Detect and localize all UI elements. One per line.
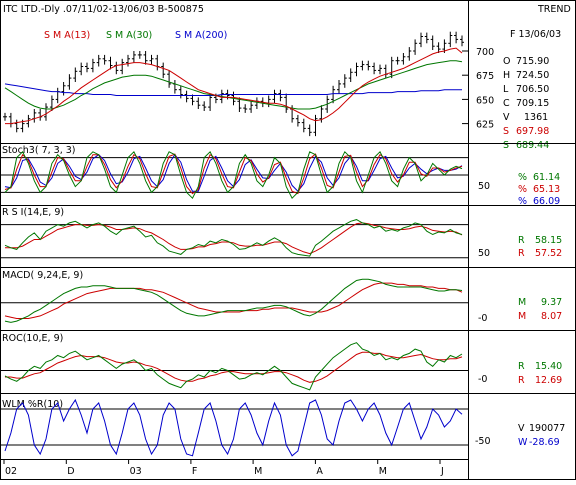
price-axis-label: 650 <box>476 95 494 106</box>
roc-line <box>4 342 463 391</box>
rsi-readout-signal: 57.52 <box>535 248 562 259</box>
stoch-readout-label: % <box>518 196 527 207</box>
stoch-readout-d: 65.13 <box>533 184 560 195</box>
stoch-readout-s: 66.09 <box>533 196 560 207</box>
x-axis-label: D <box>67 466 74 477</box>
readout-label: L <box>503 84 509 95</box>
readout-label: O <box>503 56 510 67</box>
macd-readout-value: 9.37 <box>541 297 562 308</box>
stoch-readout-label: % <box>518 172 527 183</box>
x-axis-ticks: 02 D 03 F M A M J <box>3 459 444 477</box>
rsi-readout-label: R <box>518 235 525 246</box>
x-axis-label: M <box>379 466 387 477</box>
macd-readout-label: M <box>518 297 526 308</box>
readout-label: H <box>503 70 510 81</box>
macd-signal-line <box>4 282 463 319</box>
price-axis-ticks: 700 675 650 625 <box>462 47 494 131</box>
x-axis-label: F <box>192 466 197 477</box>
readout-label: S <box>503 126 509 137</box>
x-axis-label: A <box>316 466 323 477</box>
stoch-axis-label: 50 <box>478 181 490 192</box>
legend-sma13: S M A(13) <box>44 30 90 41</box>
roc-axis-label: -0 <box>478 374 487 385</box>
price-axis-label: 700 <box>476 47 494 58</box>
legend-sma30: S M A(30) <box>106 30 152 41</box>
wlm-readout-label: V <box>518 423 525 434</box>
legend-sma200: S M A(200) <box>175 30 227 41</box>
technical-chart: ITC LTD.-Dly .07/11/02-13/06/03 B-500875… <box>0 0 576 480</box>
roc-title: ROC(10,E, 9) <box>2 333 63 344</box>
macd-axis-label: -0 <box>478 313 487 324</box>
macd-line <box>4 278 463 323</box>
x-axis-label: J <box>440 466 444 477</box>
wlm-title: WLM %R(10) <box>2 399 63 410</box>
price-axis-label: 625 <box>476 120 494 131</box>
x-axis-label: 03 <box>130 466 142 477</box>
wlm-readout-value: -28.69 <box>529 437 560 448</box>
macd-readout-signal: 8.07 <box>541 311 562 322</box>
wlm-readout-label: W <box>518 437 528 448</box>
readout-low: 706.50 <box>516 84 549 95</box>
rsi-readout-value: 58.15 <box>535 235 562 246</box>
wlm-axis-label: -50 <box>475 436 491 447</box>
readout-volume: 1361 <box>524 112 548 123</box>
price-axis-label: 675 <box>476 71 494 82</box>
roc-readout-label: R <box>518 361 525 372</box>
chart-title: ITC LTD.-Dly .07/11/02-13/06/03 B-500875 <box>3 4 204 15</box>
readout-sma13: 697.98 <box>516 126 549 137</box>
trend-label: TREND <box>537 4 571 15</box>
macd-title: MACD( 9,24,E, 9) <box>2 270 83 281</box>
rsi-readout-label: R <box>518 248 525 259</box>
roc-signal-line <box>5 351 463 383</box>
macd-plot <box>0 278 468 323</box>
stoch-title: Stoch3( 7, 3, 3) <box>2 145 76 156</box>
roc-readout-value: 15.40 <box>535 361 562 372</box>
price-bars <box>3 31 464 137</box>
readout-label: S <box>503 140 509 151</box>
readout-label: C <box>503 98 510 109</box>
rsi-axis-label: 50 <box>478 248 490 259</box>
readout-high: 724.50 <box>516 70 549 81</box>
macd-readout-label: M <box>518 311 526 322</box>
readout-close: 709.15 <box>516 98 549 109</box>
stoch-readout-k: 61.14 <box>533 172 560 183</box>
price-readout: O 715.90 H 724.50 L 706.50 C 709.15 V 13… <box>503 56 549 151</box>
rsi-plot <box>0 219 468 259</box>
x-axis-label: M <box>254 466 262 477</box>
readout-open: 715.90 <box>516 56 549 67</box>
x-axis-label: 02 <box>5 466 17 477</box>
rsi-title: R S I(14,E, 9) <box>2 207 64 218</box>
wlm-line <box>4 398 463 457</box>
sma13-line <box>5 47 463 125</box>
stoch-readout-label: % <box>518 184 527 195</box>
stoch-plot <box>0 150 468 200</box>
wlm-readout-volume: 190077 <box>529 423 565 434</box>
readout-sma30: 689.44 <box>516 140 549 151</box>
roc-plot <box>0 342 468 391</box>
roc-readout-signal: 12.69 <box>535 375 562 386</box>
chart-svg: ITC LTD.-Dly .07/11/02-13/06/03 B-500875… <box>0 0 576 480</box>
price-sma-lines <box>4 47 463 125</box>
roc-readout-label: R <box>518 375 525 386</box>
rsi-signal-line <box>5 222 463 255</box>
date-label: F 13/06/03 <box>510 29 561 40</box>
readout-label: V <box>503 112 510 123</box>
wlm-plot <box>0 398 468 457</box>
